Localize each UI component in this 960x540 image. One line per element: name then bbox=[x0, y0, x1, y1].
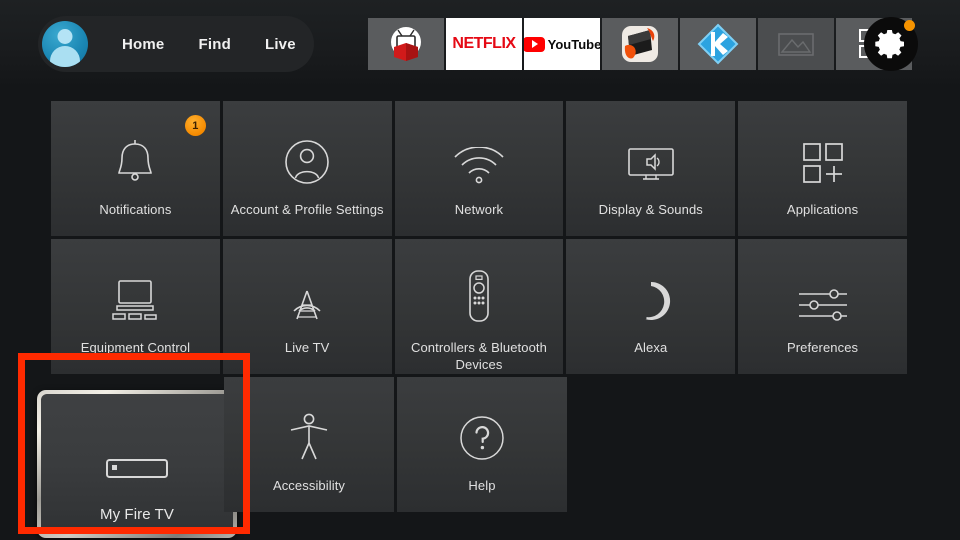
nav-item-home[interactable]: Home bbox=[122, 36, 164, 53]
downloader-app-icon bbox=[620, 24, 660, 64]
firetv-stick-icon bbox=[106, 424, 168, 484]
youtube-app-icon: YouTube bbox=[524, 36, 600, 52]
tile-label: Notifications bbox=[99, 202, 172, 217]
tile-content: My Fire TV bbox=[41, 394, 233, 534]
app-shortcut-strip: NETFLIX YouTube bbox=[368, 18, 914, 70]
tile-label: Display & Sounds bbox=[598, 202, 703, 217]
tile-label: Alexa bbox=[634, 340, 668, 355]
top-navigation-bar: Home Find Live NETFLIX YouTube bbox=[0, 0, 960, 88]
tile-my-fire-tv[interactable]: My Fire TV bbox=[37, 377, 237, 538]
tile-label: Live TV bbox=[284, 340, 330, 355]
wifi-icon bbox=[453, 123, 505, 189]
accessibility-person-icon bbox=[287, 399, 331, 465]
tile-display-sounds[interactable]: Display & Sounds bbox=[566, 101, 736, 236]
tile-label: Accessibility bbox=[272, 478, 346, 493]
bell-icon bbox=[113, 123, 157, 189]
avatar-body bbox=[50, 46, 80, 67]
tile-label: Preferences bbox=[786, 340, 859, 355]
app-shortcut-kodi[interactable] bbox=[680, 18, 756, 70]
tile-controllers-bluetooth-devices[interactable]: Controllers & Bluetooth Devices bbox=[394, 239, 564, 374]
tile-applications[interactable]: Applications bbox=[738, 101, 907, 236]
remote-control-icon bbox=[466, 261, 492, 327]
avatar-head bbox=[57, 29, 73, 44]
update-dot-badge bbox=[904, 20, 915, 31]
person-circle-icon bbox=[284, 123, 330, 189]
nav-item-find[interactable]: Find bbox=[198, 36, 230, 53]
placeholder-app-icon bbox=[776, 29, 816, 59]
broadcast-tower-icon bbox=[283, 261, 331, 327]
settings-row-2: Equipment Control Live TV Controllers & … bbox=[51, 239, 907, 374]
question-circle-icon bbox=[459, 399, 505, 465]
netflix-app-icon: NETFLIX bbox=[452, 35, 516, 52]
kodi-app-icon bbox=[696, 22, 740, 66]
tile-label: Account & Profile Settings bbox=[230, 202, 384, 217]
tile-help[interactable]: Help bbox=[397, 377, 567, 512]
sliders-icon bbox=[797, 261, 849, 327]
tile-label: Equipment Control bbox=[80, 340, 191, 355]
alexa-ring-icon bbox=[629, 261, 673, 327]
tile-preferences[interactable]: Preferences bbox=[738, 239, 907, 374]
tile-account-profile-settings[interactable]: Account & Profile Settings bbox=[222, 101, 392, 236]
tile-network[interactable]: Network bbox=[394, 101, 564, 236]
settings-row-3: My Fire TV Accessibility Help bbox=[37, 377, 907, 538]
tile-label: Controllers & Bluetooth Devices bbox=[410, 340, 547, 372]
tile-label: Network bbox=[454, 202, 504, 217]
tile-label: Help bbox=[468, 478, 496, 493]
app-shortcut-placeholder[interactable] bbox=[758, 18, 834, 70]
app-shortcut-downloader[interactable] bbox=[602, 18, 678, 70]
app-shortcut-youtube[interactable]: YouTube bbox=[524, 18, 600, 70]
settings-grid: 1 Notifications Account & Profile Settin… bbox=[37, 101, 907, 538]
app-shortcut-netflix[interactable]: NETFLIX bbox=[446, 18, 522, 70]
tile-accessibility[interactable]: Accessibility bbox=[224, 377, 394, 512]
settings-row-1: 1 Notifications Account & Profile Settin… bbox=[51, 101, 907, 236]
tile-equipment-control[interactable]: Equipment Control bbox=[51, 239, 220, 374]
nav-pill: Home Find Live bbox=[38, 16, 314, 72]
tile-live-tv[interactable]: Live TV bbox=[222, 239, 392, 374]
tile-label: Applications bbox=[786, 202, 859, 217]
gear-icon bbox=[875, 28, 907, 60]
tile-alexa[interactable]: Alexa bbox=[566, 239, 736, 374]
tv-equipment-icon bbox=[109, 261, 161, 327]
nav-item-live[interactable]: Live bbox=[265, 36, 296, 53]
focus-highlight-frame: My Fire TV bbox=[37, 390, 237, 538]
apps-squares-icon bbox=[801, 123, 845, 189]
youtube-play-icon bbox=[524, 36, 545, 52]
avatar[interactable] bbox=[42, 21, 88, 67]
settings-button[interactable] bbox=[864, 17, 918, 71]
notification-badge: 1 bbox=[184, 115, 206, 136]
tv-box-app-icon bbox=[385, 23, 427, 65]
app-shortcut-tv-box[interactable] bbox=[368, 18, 444, 70]
tv-speaker-icon bbox=[626, 123, 676, 189]
tile-label: My Fire TV bbox=[99, 506, 175, 523]
tile-notifications[interactable]: 1 Notifications bbox=[51, 101, 220, 236]
